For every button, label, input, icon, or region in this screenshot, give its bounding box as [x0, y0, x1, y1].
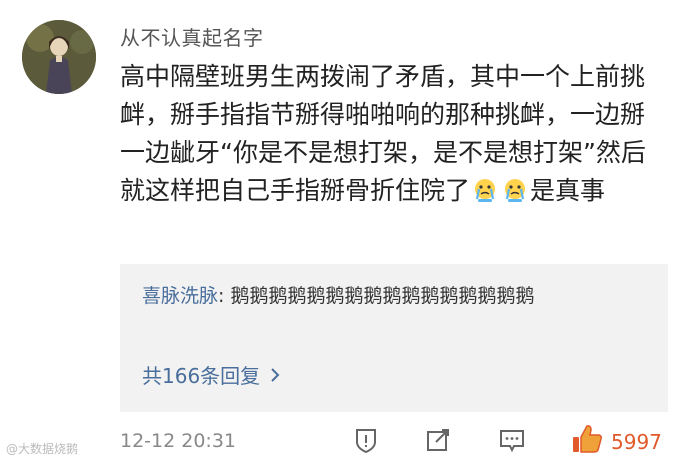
more-replies-link[interactable]: 共166条回复: [142, 360, 280, 389]
reply-text: 鹅鹅鹅鹅鹅鹅鹅鹅鹅鹅鹅鹅鹅鹅鹅鹅: [224, 285, 535, 307]
like-count: 5997: [611, 430, 662, 454]
comment-card: 从不认真起名字 高中隔壁班男生两拨闹了矛盾，其中一个上前挑衅，掰手指指节掰得啪啪…: [0, 0, 690, 465]
comment-text-tail: 是真事: [530, 176, 606, 205]
more-replies-label: 共166条回复: [142, 364, 261, 388]
thumbs-up-icon[interactable]: [570, 422, 604, 456]
repost-icon[interactable]: [424, 426, 452, 454]
report-icon[interactable]: [352, 426, 380, 454]
comment-text: 高中隔壁班男生两拨闹了矛盾，其中一个上前挑衅，掰手指指节掰得啪啪响的那种挑衅，一…: [120, 58, 665, 210]
avatar-image: [22, 20, 96, 94]
timestamp: 12-12 20:31: [120, 430, 237, 452]
chevron-right-icon: [271, 367, 280, 382]
watermark: @大数据烧鹅: [6, 442, 79, 456]
comment-footer: @大数据烧鹅 12-12 20:31 5997: [0, 418, 690, 465]
avatar[interactable]: [22, 20, 96, 94]
comment-username[interactable]: 从不认真起名字: [120, 22, 264, 51]
reply-username[interactable]: 喜脉洗脉: [142, 285, 218, 307]
reply-item[interactable]: 喜脉洗脉: 鹅鹅鹅鹅鹅鹅鹅鹅鹅鹅鹅鹅鹅鹅鹅鹅: [142, 280, 647, 312]
comment-icon[interactable]: [498, 426, 526, 454]
reply-preview[interactable]: 喜脉洗脉: 鹅鹅鹅鹅鹅鹅鹅鹅鹅鹅鹅鹅鹅鹅鹅鹅 共166条回复: [120, 264, 668, 412]
crying-face-icon: [505, 179, 526, 202]
crying-face-icon: [475, 179, 496, 202]
